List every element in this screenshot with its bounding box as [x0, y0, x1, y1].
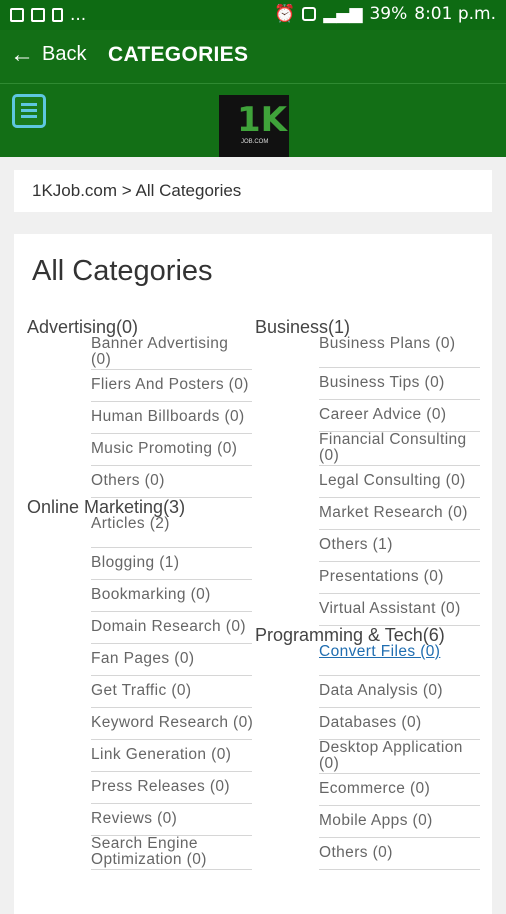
- subcategory-label: Market Research (0): [319, 504, 468, 521]
- clock: 8:01 p.m.: [414, 4, 496, 24]
- mail-icon: [31, 8, 45, 22]
- subcategory-link[interactable]: Desktop Application (0): [319, 740, 480, 774]
- category-heading[interactable]: Business(1): [255, 318, 480, 336]
- system-icons: ⏰ ▂▄▆ 39% 8:01 p.m.: [274, 4, 496, 24]
- subcategory-link[interactable]: Get Traffic (0): [91, 676, 252, 708]
- category-heading[interactable]: Advertising(0): [27, 318, 252, 336]
- logo-mark: 1K: [237, 100, 288, 140]
- subcategory-link[interactable]: Career Advice (0): [319, 400, 480, 432]
- subcategory-link[interactable]: Reviews (0): [91, 804, 252, 836]
- alarm-icon: ⏰: [274, 4, 296, 24]
- subcategory-link[interactable]: Financial Consulting (0): [319, 432, 480, 466]
- battery-level: 39%: [369, 4, 408, 24]
- subcategory-label: Business Tips (0): [319, 374, 445, 391]
- subcategory-link[interactable]: Link Generation (0): [91, 740, 252, 772]
- subcategory-label: Articles (2): [91, 516, 170, 532]
- subcategory-label: Blogging (1): [91, 554, 180, 571]
- subcategory-label: Music Promoting (0): [91, 440, 238, 457]
- subcategory-label: Press Releases (0): [91, 778, 230, 795]
- subcategory-link[interactable]: Domain Research (0): [91, 612, 252, 644]
- subcategory-link[interactable]: Music Promoting (0): [91, 434, 252, 466]
- menu-line: [21, 115, 37, 118]
- subcategory-label: Bookmarking (0): [91, 586, 211, 603]
- subcategory-link[interactable]: Convert Files (0): [319, 644, 480, 676]
- subcategory-label: Human Billboards (0): [91, 408, 245, 425]
- page-header-title: CATEGORIES: [108, 43, 249, 66]
- subcategory-label: Others (0): [91, 472, 165, 489]
- subcategory-link[interactable]: Presentations (0): [319, 562, 480, 594]
- subcategory-label: Reviews (0): [91, 810, 178, 827]
- subcategory-label: Fliers And Posters (0): [91, 376, 249, 393]
- subcategory-link[interactable]: Bookmarking (0): [91, 580, 252, 612]
- subcategory-link[interactable]: Mobile Apps (0): [319, 806, 480, 838]
- logo-text: JOB.COM: [241, 139, 269, 145]
- subcategory-label: Business Plans (0): [319, 336, 456, 352]
- back-arrow-icon: ←: [10, 40, 34, 68]
- subcategory-label: Mobile Apps (0): [319, 812, 433, 829]
- back-button[interactable]: ← Back: [10, 40, 87, 68]
- subcategory-link[interactable]: Others (1): [319, 530, 480, 562]
- subcategory-label: Desktop Application (0): [319, 740, 463, 772]
- subcategory-label: Others (0): [319, 844, 393, 861]
- more-notifications: ...: [70, 5, 87, 25]
- site-logo[interactable]: 1K JOB.COM: [219, 95, 289, 157]
- subcategory-link[interactable]: Fan Pages (0): [91, 644, 252, 676]
- category-heading[interactable]: Programming & Tech(6): [255, 626, 480, 644]
- notification-icons: ...: [10, 5, 86, 25]
- category-heading[interactable]: Online Marketing(3): [27, 498, 252, 516]
- subcategory-link[interactable]: Fliers And Posters (0): [91, 370, 252, 402]
- subcategory-label: Ecommerce (0): [319, 780, 431, 797]
- categories-card: All Categories Advertising(0) Banner Adve…: [14, 234, 492, 914]
- subcategory-label: Fan Pages (0): [91, 650, 195, 667]
- subcategory-label: Legal Consulting (0): [319, 472, 466, 489]
- subcategory-label: Keyword Research (0): [91, 714, 252, 731]
- menu-line: [21, 103, 37, 106]
- subcategory-link[interactable]: Others (0): [319, 838, 480, 870]
- menu-line: [21, 109, 37, 112]
- subcategory-link[interactable]: Banner Advertising (0): [91, 336, 252, 370]
- subcategory-link[interactable]: Business Tips (0): [319, 368, 480, 400]
- subcategory-link[interactable]: Press Releases (0): [91, 772, 252, 804]
- status-bar: ... ⏰ ▂▄▆ 39% 8:01 p.m.: [0, 0, 506, 30]
- subcategory-label: Banner Advertising (0): [91, 336, 229, 368]
- subcategory-label: Convert Files (0): [319, 644, 441, 660]
- subcategory-label: Search Engine Optimization (0): [91, 836, 207, 868]
- app-bar: ← Back CATEGORIES: [0, 30, 506, 84]
- category-column-left: Advertising(0) Banner Advertising (0) Flie…: [27, 318, 252, 870]
- subcategory-link[interactable]: Virtual Assistant (0): [319, 594, 480, 626]
- subcategory-link[interactable]: Databases (0): [319, 708, 480, 740]
- clipboard-icon: [52, 8, 63, 22]
- subcategory-link[interactable]: Business Plans (0): [319, 336, 480, 368]
- subcategory-link[interactable]: Ecommerce (0): [319, 774, 480, 806]
- subcategory-link[interactable]: Data Analysis (0): [319, 676, 480, 708]
- subcategory-link[interactable]: Human Billboards (0): [91, 402, 252, 434]
- subcategory-label: Presentations (0): [319, 568, 444, 585]
- data-saver-icon: [302, 7, 317, 21]
- page-title: All Categories: [32, 255, 213, 287]
- hamburger-menu-button[interactable]: [12, 94, 46, 128]
- subcategory-label: Career Advice (0): [319, 406, 447, 423]
- subcategory-link[interactable]: Articles (2): [91, 516, 252, 548]
- subcategory-link[interactable]: Others (0): [91, 466, 252, 498]
- subcategory-link[interactable]: Search Engine Optimization (0): [91, 836, 252, 870]
- breadcrumb-text: 1KJob.com > All Categories: [32, 181, 242, 200]
- breadcrumb: 1KJob.com > All Categories: [14, 170, 492, 212]
- back-label: Back: [42, 43, 87, 65]
- subcategory-link[interactable]: Legal Consulting (0): [319, 466, 480, 498]
- subcategory-label: Virtual Assistant (0): [319, 600, 461, 617]
- subcategory-label: Data Analysis (0): [319, 682, 443, 699]
- subcategory-label: Databases (0): [319, 714, 422, 731]
- signal-icon: ▂▄▆: [323, 4, 363, 24]
- logo-bar: 1K JOB.COM: [0, 84, 506, 157]
- gallery-icon: [10, 8, 24, 22]
- subcategory-link[interactable]: Keyword Research (0): [91, 708, 252, 740]
- subcategory-label: Others (1): [319, 536, 393, 553]
- subcategory-link[interactable]: Market Research (0): [319, 498, 480, 530]
- subcategory-label: Get Traffic (0): [91, 682, 192, 699]
- subcategory-label: Financial Consulting (0): [319, 432, 467, 464]
- subcategory-link[interactable]: Blogging (1): [91, 548, 252, 580]
- category-column-right: Business(1) Business Plans (0) Business Ti…: [255, 318, 480, 870]
- subcategory-label: Domain Research (0): [91, 618, 246, 635]
- subcategory-label: Link Generation (0): [91, 746, 232, 763]
